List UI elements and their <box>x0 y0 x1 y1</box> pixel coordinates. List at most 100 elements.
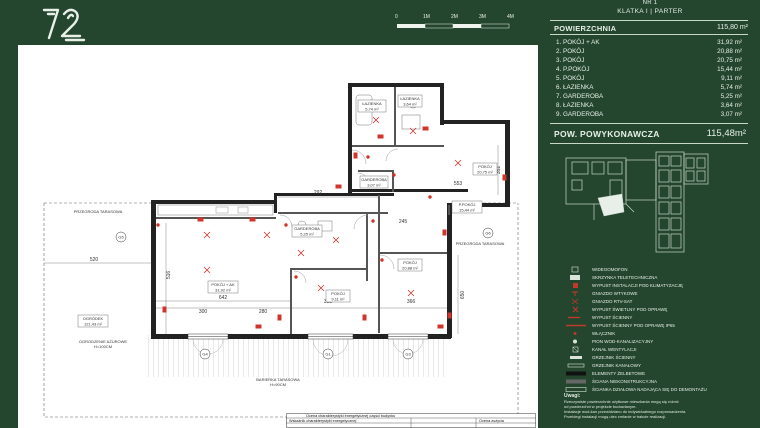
legend-label: WYPUST ŚCIENNY POD OPRAWĘ IP65 <box>592 323 675 328</box>
divider <box>550 143 748 144</box>
room-label-5: POKÓJ <box>331 291 345 296</box>
room-name: 2. POKÓJ <box>556 48 585 55</box>
room-name: 3. POKÓJ <box>556 57 585 64</box>
floor-plan: G4 G1 G3 G6 G5 520 642 300 280 382 <box>43 83 519 418</box>
win-g4: G4 <box>202 352 208 357</box>
win-g3: G3 <box>405 352 411 357</box>
room-label-9: GARDEROBA <box>361 177 387 182</box>
notes: Uwagi: Rzeczywiste powierzchnie użytkowe… <box>564 394 750 420</box>
room-row: 4. P.POKÓJ 15,44 m² <box>556 66 742 75</box>
floor-plan-panel: G4 G1 G3 G6 G5 520 642 300 280 382 <box>18 45 538 428</box>
scale-label-3: 3M <box>479 14 486 20</box>
legend-label: ELEMENTY ŻELBETOWE <box>592 371 646 376</box>
legend-label: WŁĄCZNIK <box>592 331 616 336</box>
room-area-5: 9,11 m² <box>331 297 345 302</box>
dim-650: 650 <box>460 291 466 300</box>
room-name: 1. POKÓJ + AK <box>556 39 600 46</box>
room-row: 3. POKÓJ 20,75 m² <box>556 57 742 66</box>
logo-72: 72 <box>40 4 86 42</box>
room-name: 7. GARDEROBA <box>556 93 604 100</box>
room-label-3: POKÓJ <box>478 164 492 169</box>
room-label-garden: OGRÓDEK <box>83 316 104 321</box>
room-area: 20,75 m² <box>717 57 742 64</box>
legend-label: GNIAZDO WTYKOWE <box>592 291 638 296</box>
room-labels: POKÓJ + AK 31,92 m² ŁAZIENKA 5,74 m² ŁAZ… <box>77 94 498 328</box>
dim-300: 300 <box>199 309 208 315</box>
room-label-2: POKÓJ <box>403 260 417 265</box>
energy-line-3: Ocena zużycia <box>479 418 504 423</box>
powierzchnia-label: POWIERZCHNIA <box>554 24 617 33</box>
legend-label: WYPUST INSTALACJI POD KLIMATYZACJĘ <box>592 283 684 288</box>
dim-553: 553 <box>454 181 463 187</box>
dim-280: 280 <box>259 309 268 315</box>
win-g5: G5 <box>118 235 124 240</box>
room-name: 4. P.POKÓJ <box>556 66 590 73</box>
divider <box>550 20 748 21</box>
dim-642: 642 <box>219 295 228 301</box>
room-row: 1. POKÓJ + AK 31,92 m² <box>556 39 742 48</box>
info-sidebar: NR 1 KLATKA I | PARTER POWIERZCHNIA 115,… <box>538 0 760 428</box>
room-row: 9. GARDEROBA 3,07 m² <box>556 111 742 120</box>
legend-label: GRZEJNIK KANAŁOWY <box>592 363 642 368</box>
room-area: 31,92 m² <box>717 39 742 46</box>
room-area: 20,88 m² <box>717 48 742 55</box>
door-swings <box>279 148 399 284</box>
legend-label: SKRZYNKA TELETECHNICZNA <box>592 275 658 280</box>
room-area-9: 3,07 m² <box>367 183 381 188</box>
legend-label: PION WOD-KANALIZACYJNY <box>592 339 654 344</box>
apartment-highlight <box>597 193 625 217</box>
room-area: 5,74 m² <box>720 84 742 91</box>
przegroda-left: PRZEGRODA TARASOWA <box>74 209 123 214</box>
kitchen-counter <box>157 204 274 216</box>
legend-label: GNIAZDO RTV-SAT <box>592 299 633 304</box>
scale-bar-graphic <box>397 23 510 29</box>
room-name: 8. ŁAZIENKA <box>556 102 594 109</box>
klatka-label: KLATKA I | PARTER <box>617 8 683 15</box>
note-line: Przebiegi instalacji mogą ulec zmianie w… <box>564 414 667 419</box>
legend-label: ŚCIANA NIEKONSTRUKCYJNA <box>592 379 658 384</box>
legend-label: WIDEOOMOFON <box>592 267 628 272</box>
energy-table: Ocena charakterystyki energetycznej częś… <box>286 413 536 428</box>
powykonawcza-value: 115,48m² <box>706 128 746 139</box>
room-area: 9,11 m² <box>721 75 742 82</box>
ogrodzenie-height: H=100CM <box>94 344 112 349</box>
bariera-height: H=90CM <box>270 382 286 387</box>
scale-label-0: 0 <box>395 14 398 20</box>
dim-292: 292 <box>314 190 323 196</box>
room-area-2: 20,88 m² <box>402 266 418 271</box>
apartment-number: NR 1 <box>642 0 658 6</box>
room-area-1: 31,92 m² <box>215 288 231 293</box>
room-row: 2. POKÓJ 20,88 m² <box>556 48 742 57</box>
building-location-map <box>565 151 709 253</box>
powykonawcza-label: POW. POWYKONAWCZA <box>554 129 660 139</box>
room-label-7: GARDEROBA <box>294 226 320 231</box>
dim-245: 245 <box>399 219 408 225</box>
legend-label: WYPUST ŚWIETLNY POD OPRAWĘ <box>592 307 668 312</box>
scale-label-4: 4M <box>507 14 514 20</box>
room-area: 3,64 m² <box>720 102 742 109</box>
room-label-4: P.POKÓJ <box>459 202 476 207</box>
legend-label: GRZEJNIK ŚCIENNY <box>592 355 636 360</box>
room-name: 9. GARDEROBA <box>556 111 604 118</box>
divider <box>550 34 748 35</box>
win-g1: G1 <box>325 352 331 357</box>
dim-520: 520 <box>90 257 99 263</box>
energy-line-2: Wskaźnik charakterystyki energetycznej <box>289 418 357 423</box>
win-g6: G6 <box>485 231 491 236</box>
powierzchnia-value: 115,80 m² <box>717 24 748 31</box>
room-area-3: 20,75 m² <box>477 170 493 175</box>
legend-label: ŚCIANKA DZIAŁOWA NADAJĄCA SIĘ DO DEMONTA… <box>592 387 707 392</box>
room-name: 5. POKÓJ <box>556 75 585 82</box>
room-area-8: 3,64 m² <box>403 102 417 107</box>
logo-text: 72 <box>40 4 42 5</box>
legend-label: WYPUST ŚCIENNY <box>592 315 633 320</box>
room-area-4: 15,44 m² <box>459 208 475 213</box>
divider <box>550 123 748 124</box>
room-label-1: POKÓJ + AK <box>211 282 235 287</box>
room-area-garden: 121,43 m² <box>84 322 103 327</box>
room-area: 15,44 m² <box>717 66 742 73</box>
room-row: 6. ŁAZIENKA 5,74 m² <box>556 84 742 93</box>
dimension-lines <box>44 145 499 334</box>
room-label-6: ŁAZIENKA <box>362 101 382 106</box>
room-name: 6. ŁAZIENKA <box>556 84 594 91</box>
